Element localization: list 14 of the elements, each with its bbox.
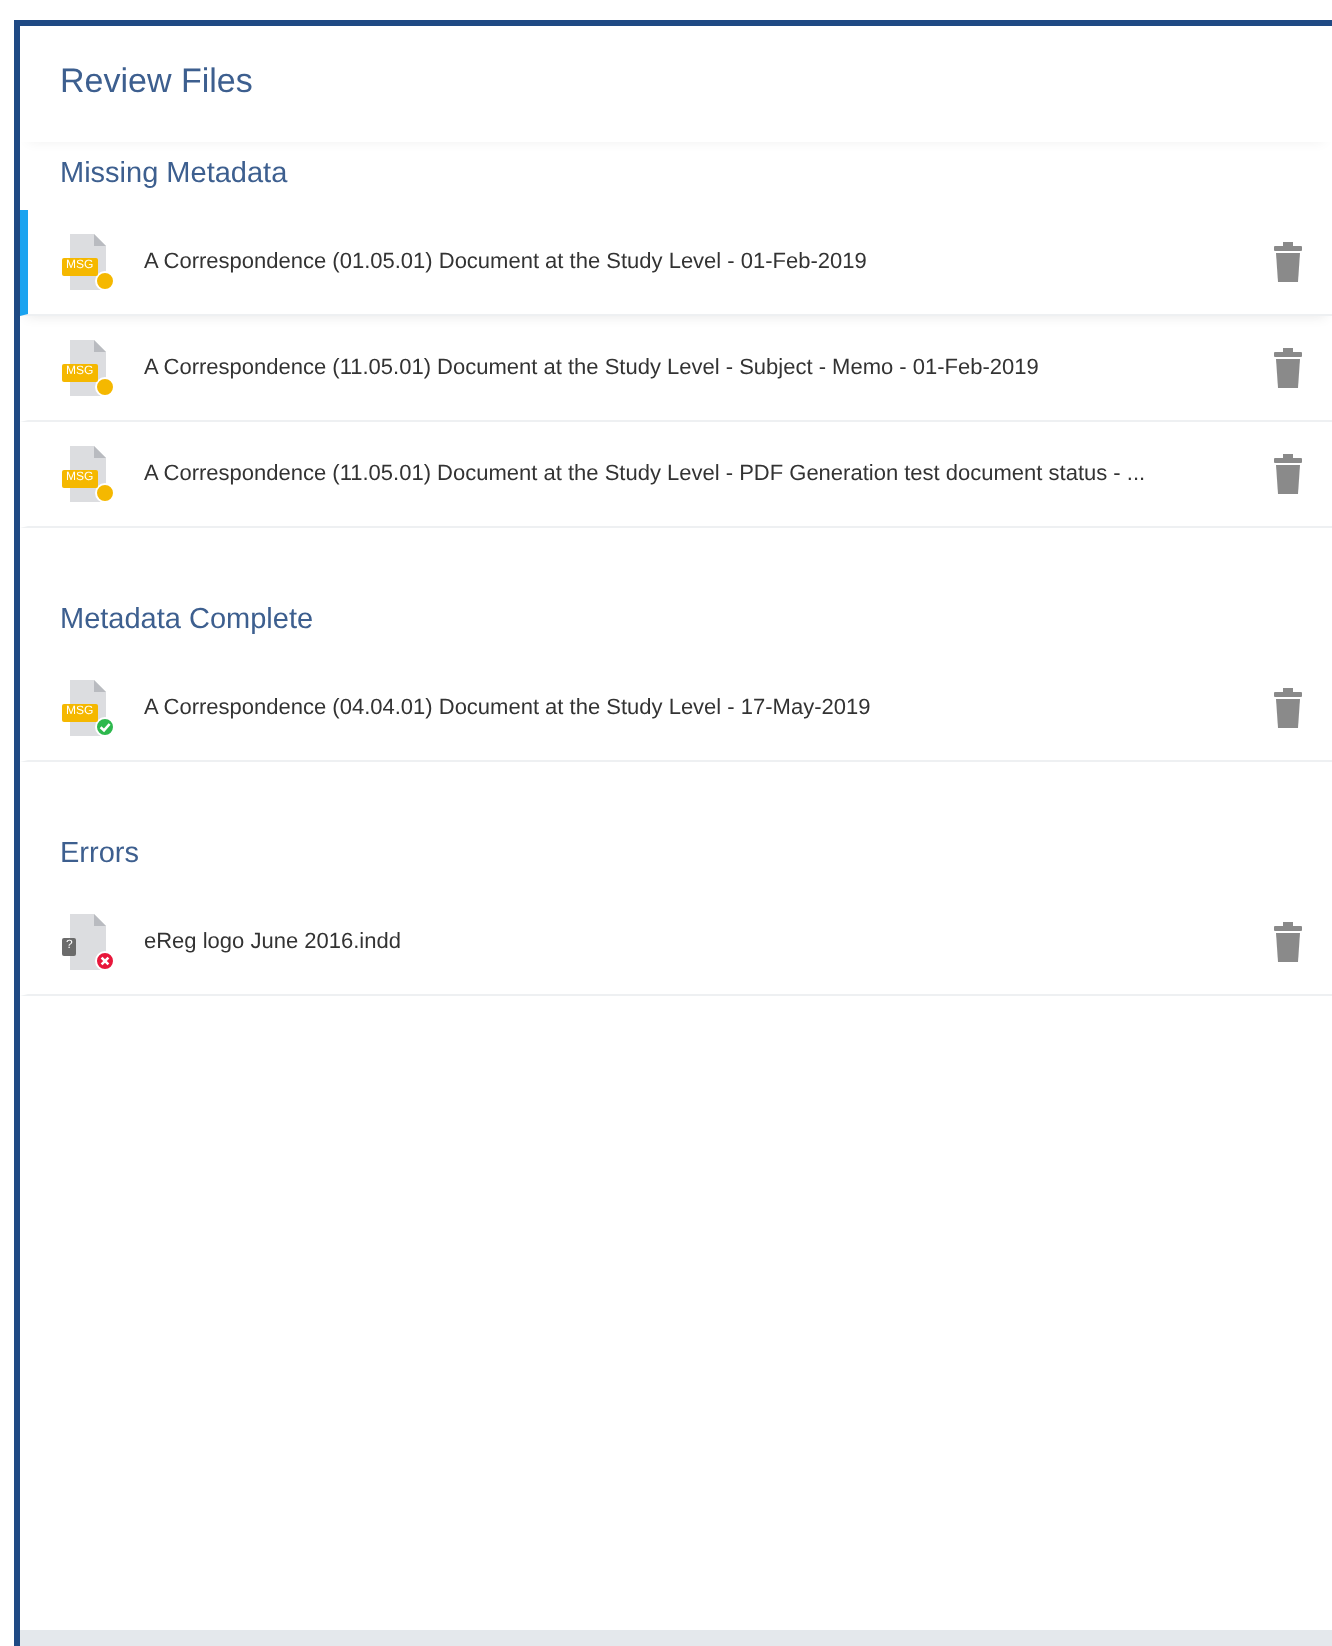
trash-icon[interactable] [1272, 348, 1304, 388]
panel-title: Review Files [20, 26, 1332, 142]
file-name: A Correspondence (01.05.01) Document at the Study Level - 01-Feb-2019 [144, 250, 869, 274]
section-heading: Metadata Complete [58, 604, 316, 640]
file-name: eReg logo June 2016.indd [144, 930, 403, 954]
file-name: A Correspondence (11.05.01) Document at the Study Level - Subject - Memo - 01-Feb-2019 [144, 356, 1041, 380]
section-heading: Errors [58, 838, 141, 874]
trash-icon[interactable] [1272, 454, 1304, 494]
file-name: A Correspondence (04.04.01) Document at the Study Level - 17-May-2019 [144, 696, 873, 720]
file-name: A Correspondence (11.05.01) Document at the Study Level - PDF Generation test document status - ... [144, 462, 1148, 486]
trash-icon[interactable] [1272, 688, 1304, 728]
trash-icon[interactable] [1272, 922, 1304, 962]
section-heading: Missing Metadata [58, 158, 290, 194]
trash-icon[interactable] [1272, 242, 1304, 282]
